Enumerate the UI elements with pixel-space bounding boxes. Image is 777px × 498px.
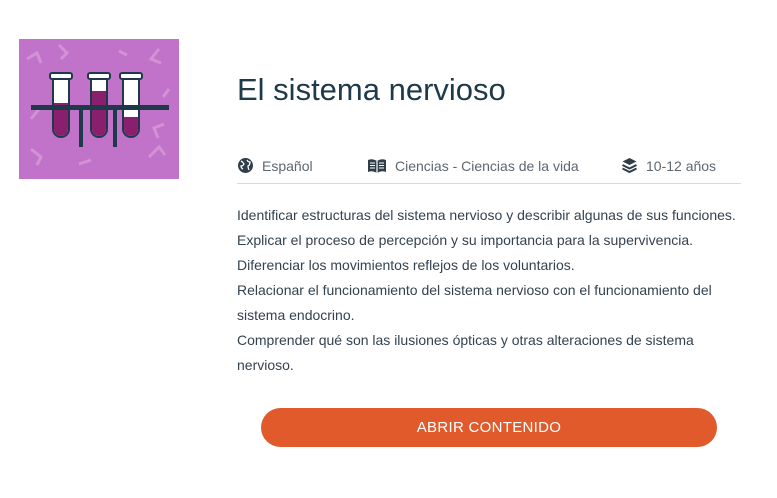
course-description: Identificar estructuras del sistema nerv… — [237, 203, 742, 378]
course-metadata: Español Ciencias - Ciencias de la vida 1… — [237, 153, 741, 184]
course-thumbnail — [19, 39, 179, 179]
objective-item: Diferenciar los movimientos reflejos de … — [237, 257, 575, 273]
age-info: 10-12 años — [621, 157, 716, 174]
subject-label: Ciencias - Ciencias de la vida — [395, 157, 579, 174]
objective-item: Explicar el proceso de percepción y su i… — [237, 232, 694, 248]
page-title: El sistema nervioso — [237, 72, 506, 107]
open-content-button[interactable]: ABRIR CONTENIDO — [261, 408, 717, 447]
subject-info: Ciencias - Ciencias de la vida — [367, 157, 579, 174]
age-label: 10-12 años — [646, 157, 717, 174]
objective-item: Relacionar el funcionamiento del sistema… — [237, 282, 712, 323]
objective-item: Comprender qué son las ilusiones ópticas… — [237, 332, 694, 373]
layers-icon — [621, 157, 638, 174]
language-label: Español — [262, 157, 313, 174]
language-info: Español — [237, 157, 313, 174]
test-tubes-icon — [26, 43, 171, 166]
globe-icon — [237, 157, 254, 174]
objective-item: Identificar estructuras del sistema nerv… — [237, 207, 736, 223]
book-icon — [367, 157, 387, 174]
